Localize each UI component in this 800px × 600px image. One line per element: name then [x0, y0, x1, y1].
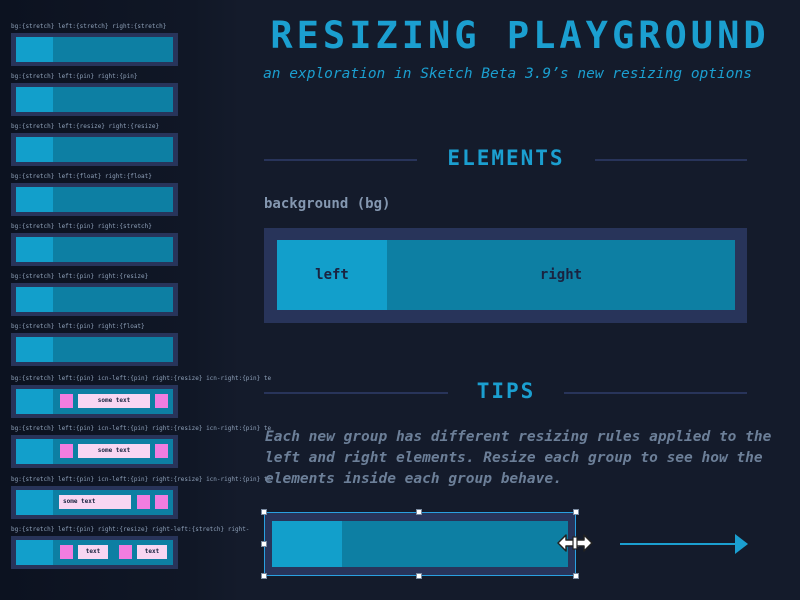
- group-bg[interactable]: some text: [11, 435, 178, 468]
- sidebar-group[interactable]: bg:{stretch} left:{pin} right:{resize}: [11, 273, 251, 323]
- group-left[interactable]: [16, 490, 53, 515]
- sidebar-group[interactable]: bg:{stretch} left:{pin} right:{resize} r…: [11, 526, 251, 576]
- demo-right-element[interactable]: right: [387, 240, 735, 310]
- resize-handle-bottom-left[interactable]: [261, 573, 267, 579]
- sidebar-group[interactable]: bg:{stretch} left:{pin} right:{float}: [11, 323, 251, 373]
- icon-right-block[interactable]: [155, 444, 168, 458]
- group-bg[interactable]: [11, 183, 178, 216]
- icon-left-block[interactable]: [60, 545, 73, 559]
- selected-group-left[interactable]: [272, 521, 342, 567]
- section-heading-tips: TIPS: [476, 379, 536, 403]
- icon-left-block[interactable]: [137, 495, 150, 509]
- group-label: bg:{stretch} left:{pin} right:{stretch}: [11, 223, 152, 230]
- group-label: bg:{stretch} left:{pin} icn-left:{pin} r…: [11, 375, 272, 382]
- background-label: background (bg): [264, 196, 391, 212]
- page-subtitle: an exploration in Sketch Beta 3.9’s new …: [263, 66, 752, 82]
- resize-handle-top-right[interactable]: [573, 509, 579, 515]
- divider: [264, 159, 417, 161]
- resize-handle-bottom[interactable]: [416, 573, 422, 579]
- resize-handle-top[interactable]: [416, 509, 422, 515]
- selected-group-right[interactable]: [342, 521, 568, 567]
- icon-left-block[interactable]: [60, 444, 73, 458]
- group-bg[interactable]: some text: [11, 486, 178, 519]
- sidebar-group[interactable]: bg:{stretch} left:{pin} icn-left:{pin} r…: [11, 476, 271, 526]
- group-left[interactable]: [16, 37, 53, 62]
- text-block[interactable]: some text: [78, 444, 150, 458]
- resize-handle-bottom-right[interactable]: [573, 573, 579, 579]
- group-label: bg:{stretch} left:{resize} right:{resize…: [11, 123, 160, 130]
- icon-left-block[interactable]: [60, 394, 73, 408]
- group-left[interactable]: [16, 187, 53, 212]
- group-right[interactable]: [53, 337, 173, 362]
- icon-right-block[interactable]: [155, 394, 168, 408]
- group-label: bg:{stretch} left:{pin} right:{float}: [11, 323, 145, 330]
- group-bg[interactable]: text text: [11, 536, 178, 569]
- icon-right-block[interactable]: [155, 495, 168, 509]
- arrow-right-icon: [620, 534, 748, 554]
- group-bg[interactable]: [11, 233, 178, 266]
- group-left[interactable]: [16, 287, 53, 312]
- resize-handle-top-left[interactable]: [261, 509, 267, 515]
- group-bg[interactable]: [11, 83, 178, 116]
- sidebar-group[interactable]: bg:{stretch} left:{pin} icn-left:{pin} r…: [11, 375, 271, 425]
- divider: [264, 392, 448, 394]
- group-right[interactable]: [53, 187, 173, 212]
- text-block[interactable]: text: [78, 545, 108, 559]
- text-block[interactable]: some text: [59, 495, 131, 509]
- group-left[interactable]: [16, 137, 53, 162]
- group-right[interactable]: [53, 137, 173, 162]
- group-right[interactable]: [53, 287, 173, 312]
- group-left[interactable]: [16, 540, 53, 565]
- text-block[interactable]: text: [137, 545, 167, 559]
- sidebar-group[interactable]: bg:{stretch} left:{pin} icn-left:{pin} r…: [11, 425, 271, 475]
- group-label: bg:{stretch} left:{pin} right:{resize} r…: [11, 526, 250, 533]
- group-label: bg:{stretch} left:{pin} right:{resize}: [11, 273, 149, 280]
- group-label: bg:{stretch} left:{pin} right:{pin}: [11, 73, 138, 80]
- group-bg[interactable]: [11, 133, 178, 166]
- group-left[interactable]: [16, 389, 53, 414]
- group-label: bg:{stretch} left:{stretch} right:{stret…: [11, 23, 167, 30]
- demo-left-element[interactable]: left: [277, 240, 387, 310]
- group-bg[interactable]: [11, 33, 178, 66]
- text-block[interactable]: some text: [78, 394, 150, 408]
- horizontal-resize-cursor-icon: [557, 534, 593, 552]
- sidebar-group[interactable]: bg:{stretch} left:{float} right:{float}: [11, 173, 251, 223]
- divider: [595, 159, 747, 161]
- section-heading-elements: ELEMENTS: [447, 146, 565, 170]
- sidebar: bg:{stretch} left:{stretch} right:{stret…: [0, 0, 271, 600]
- group-left[interactable]: [16, 439, 53, 464]
- group-label: bg:{stretch} left:{pin} icn-left:{pin} r…: [11, 476, 272, 483]
- group-bg[interactable]: some text: [11, 385, 178, 418]
- group-right[interactable]: [53, 237, 173, 262]
- sidebar-group[interactable]: bg:{stretch} left:{pin} right:{stretch}: [11, 223, 251, 273]
- group-left[interactable]: [16, 237, 53, 262]
- group-left[interactable]: [16, 337, 53, 362]
- group-right[interactable]: [53, 87, 173, 112]
- page-title: RESIZING PLAYGROUND: [270, 14, 770, 57]
- resize-handle-left[interactable]: [261, 541, 267, 547]
- group-right[interactable]: [53, 37, 173, 62]
- group-label: bg:{stretch} left:{pin} icn-left:{pin} r…: [11, 425, 272, 432]
- divider: [564, 392, 747, 394]
- group-left[interactable]: [16, 87, 53, 112]
- sidebar-group[interactable]: bg:{stretch} left:{resize} right:{resize…: [11, 123, 251, 173]
- demo-left-label: left: [315, 267, 349, 283]
- group-label: bg:{stretch} left:{float} right:{float}: [11, 173, 152, 180]
- icon-mid-block[interactable]: [119, 545, 132, 559]
- demo-right-label: right: [539, 267, 583, 283]
- tips-text: Each new group has different resizing ru…: [265, 429, 772, 487]
- group-bg[interactable]: [11, 283, 178, 316]
- group-bg[interactable]: [11, 333, 178, 366]
